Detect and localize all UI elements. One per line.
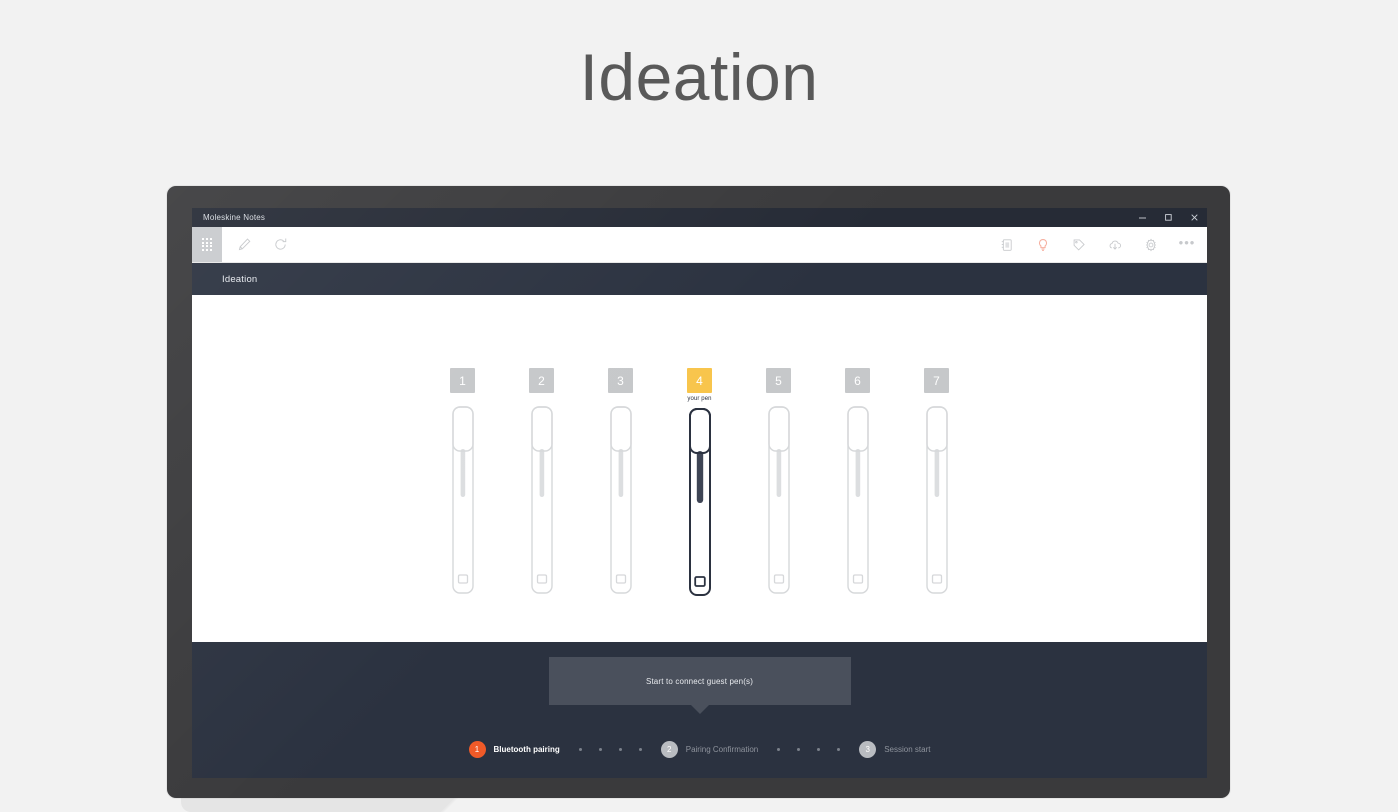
step-bluetooth-pairing[interactable]: 1 Bluetooth pairing — [468, 741, 560, 758]
window-titlebar: Moleskine Notes — [192, 208, 1207, 227]
gear-icon — [1146, 238, 1156, 251]
maximize-icon — [1164, 214, 1172, 221]
grid-icon — [202, 238, 212, 251]
window-controls — [1129, 208, 1207, 227]
breadcrumb-item-ideation[interactable]: Ideation — [222, 274, 257, 285]
toolbar-left-group — [226, 227, 298, 262]
cloud-download-icon — [1109, 240, 1121, 250]
step-number-badge: 1 — [468, 741, 486, 758]
cloud-download-button[interactable] — [1097, 227, 1133, 262]
connect-guest-pens-label: Start to connect guest pen(s) — [645, 676, 754, 686]
close-button[interactable] — [1181, 208, 1207, 227]
step-connector-dots — [578, 748, 642, 751]
pen-number-badge: 6 — [845, 368, 870, 393]
grid-menu-button[interactable] — [192, 227, 222, 262]
pen-illustration-active — [688, 408, 711, 596]
step-number-badge: 2 — [660, 741, 678, 758]
tag-button[interactable] — [1061, 227, 1097, 262]
tag-icon — [1073, 238, 1085, 251]
pen-number-badge: 2 — [529, 368, 554, 393]
pen-illustration — [925, 406, 948, 594]
step-connector-dots — [777, 748, 841, 751]
pen-canvas: 1 2 3 4 your pen 5 6 7 — [192, 295, 1207, 642]
pen-slot-1[interactable]: 1 — [443, 368, 483, 597]
step-session-start[interactable]: 3 Session start — [859, 741, 930, 758]
notebook-button[interactable] — [989, 227, 1025, 262]
pen-sublabel: your pen — [687, 396, 712, 402]
edit-pencil-icon — [238, 238, 250, 251]
pen-slot-6[interactable]: 6 — [838, 368, 878, 597]
pen-number-badge: 3 — [608, 368, 633, 393]
pen-illustration — [846, 406, 869, 594]
step-label: Pairing Confirmation — [685, 745, 759, 754]
edit-pencil-button[interactable] — [226, 227, 262, 262]
pen-illustration — [609, 406, 632, 594]
lightbulb-button[interactable] — [1025, 227, 1061, 262]
pen-number-badge: 7 — [924, 368, 949, 393]
monitor-frame: Moleskine Notes ••• Ideation 1 2 3 4 you… — [167, 186, 1230, 798]
pen-slot-3[interactable]: 3 — [601, 368, 641, 597]
window-title: Moleskine Notes — [203, 213, 266, 222]
settings-gear-button[interactable] — [1133, 227, 1169, 262]
pen-number-badge: 4 — [687, 368, 712, 393]
step-number-badge: 3 — [859, 741, 877, 758]
pen-illustration — [451, 406, 474, 594]
pen-slot-5[interactable]: 5 — [759, 368, 799, 597]
pen-illustration — [767, 406, 790, 594]
breadcrumb: Ideation — [192, 263, 1207, 295]
connect-guest-pens-button[interactable]: Start to connect guest pen(s) — [548, 657, 851, 705]
step-label: Session start — [884, 745, 931, 754]
pen-slot-4[interactable]: 4 your pen — [680, 368, 720, 597]
close-icon — [1190, 214, 1198, 221]
minimize-icon — [1138, 217, 1146, 219]
pen-list: 1 2 3 4 your pen 5 6 7 — [443, 368, 957, 597]
app-toolbar: ••• — [192, 227, 1207, 263]
lightbulb-icon — [1038, 238, 1048, 251]
step-label: Bluetooth pairing — [493, 745, 560, 754]
refresh-icon — [274, 238, 286, 250]
app-footer: Start to connect guest pen(s) 1 Bluetoot… — [192, 642, 1207, 778]
pairing-stepper: 1 Bluetooth pairing 2 Pairing Confirmati… — [192, 741, 1207, 758]
pen-slot-7[interactable]: 7 — [917, 368, 957, 597]
pen-illustration — [530, 406, 553, 594]
maximize-button[interactable] — [1155, 208, 1181, 227]
app-window: Moleskine Notes ••• Ideation 1 2 3 4 you… — [192, 208, 1207, 778]
pen-number-badge: 5 — [766, 368, 791, 393]
overflow-menu-button[interactable]: ••• — [1169, 227, 1205, 262]
page-title: Ideation — [579, 40, 819, 114]
pen-slot-2[interactable]: 2 — [522, 368, 562, 597]
minimize-button[interactable] — [1129, 208, 1155, 227]
toolbar-right-group: ••• — [989, 227, 1205, 262]
step-pairing-confirmation[interactable]: 2 Pairing Confirmation — [660, 741, 759, 758]
pen-number-badge: 1 — [450, 368, 475, 393]
refresh-button[interactable] — [262, 227, 298, 262]
overflow-menu-icon: ••• — [1178, 234, 1196, 250]
notebook-icon — [1001, 238, 1012, 251]
